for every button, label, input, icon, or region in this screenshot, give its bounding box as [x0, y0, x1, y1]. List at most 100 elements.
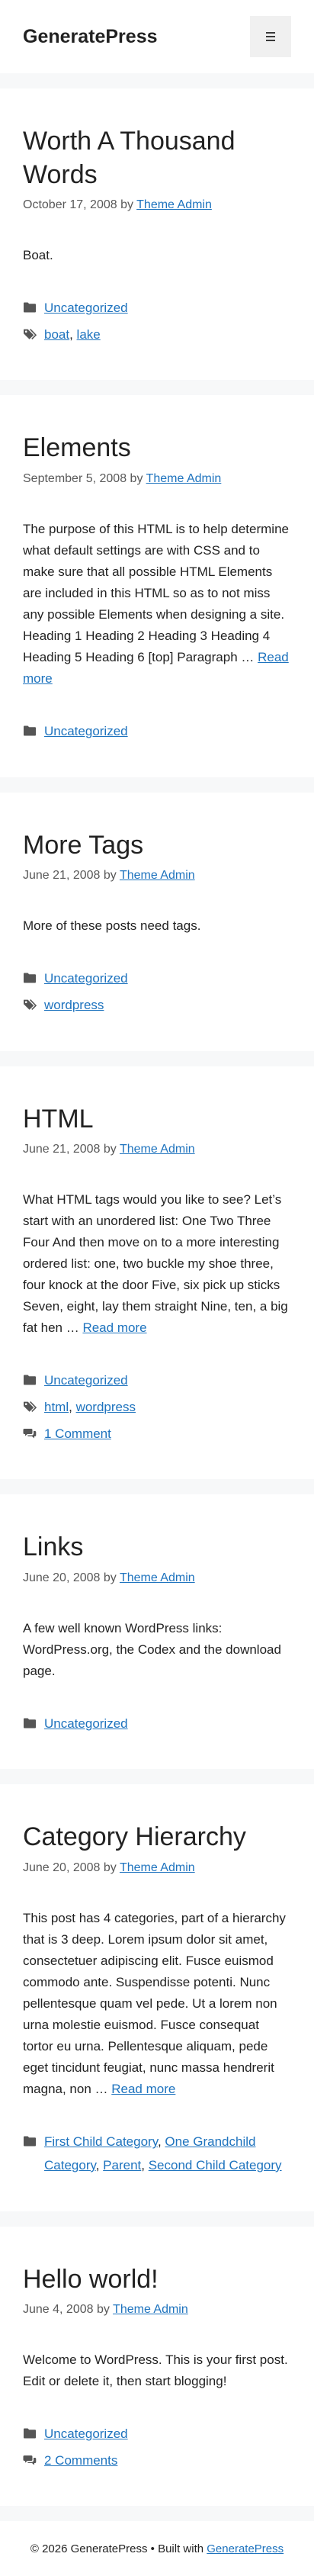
post-excerpt: Welcome to WordPress. This is your first…	[23, 2349, 291, 2392]
post-author-link[interactable]: Theme Admin	[113, 2303, 188, 2316]
post-excerpt: More of these posts need tags.	[23, 915, 291, 937]
hamburger-icon	[266, 32, 275, 41]
post-date: October 17, 2008	[23, 198, 117, 212]
post-byline: by	[96, 2303, 110, 2317]
post-excerpt-text: What HTML tags would you like to see? Le…	[23, 1192, 288, 1336]
category-link[interactable]: Uncategorized	[44, 724, 128, 738]
tag-link[interactable]: html	[44, 1400, 69, 1414]
read-more-link[interactable]: Read more	[111, 2082, 175, 2096]
post-comments: 2 Comments	[23, 2449, 291, 2473]
post-tags: wordpress	[23, 994, 291, 1018]
comments-link[interactable]: 2 Comments	[44, 2453, 117, 2468]
post-date: June 20, 2008	[23, 1860, 101, 1874]
post-title: Elements	[23, 433, 131, 463]
post-excerpt-text: A few well known WordPress links: WordPr…	[23, 1620, 281, 1678]
post-card: Worth A Thousand Words October 17, 2008 …	[0, 88, 314, 381]
folder-icon	[23, 720, 44, 737]
post-byline: by	[103, 1571, 117, 1584]
post-excerpt-text: The purpose of this HTML is to help dete…	[23, 521, 289, 665]
tag-link[interactable]: wordpress	[76, 1400, 136, 1414]
post-comments: 1 Comment	[23, 1423, 291, 1446]
comments-icon	[23, 1423, 44, 1439]
category-link[interactable]: Uncategorized	[44, 1716, 128, 1731]
post-excerpt-text: Boat.	[23, 248, 53, 263]
list-separator: ,	[157, 2134, 165, 2150]
category-link[interactable]: Parent	[103, 2158, 141, 2172]
post-author-link[interactable]: Theme Admin	[120, 1571, 195, 1584]
folder-icon	[23, 2423, 44, 2439]
tag-link[interactable]: wordpress	[44, 998, 104, 1012]
post-footer-meta: First Child Category, One Grandchild Cat…	[23, 2131, 291, 2177]
post-title: Links	[23, 1532, 84, 1562]
post-card: HTML June 21, 2008 by Theme Admin What H…	[0, 1066, 314, 1480]
post-card: Hello world! June 4, 2008 by Theme Admin…	[0, 2226, 314, 2507]
tag-icon	[23, 1396, 44, 1413]
post-title: Worth A Thousand Words	[23, 127, 236, 189]
post-title: Hello world!	[23, 2264, 159, 2294]
category-link[interactable]: Uncategorized	[44, 971, 128, 986]
folder-icon	[23, 1713, 44, 1729]
comments-link[interactable]: 1 Comment	[44, 1426, 111, 1441]
post-card: More Tags June 21, 2008 by Theme Admin M…	[0, 792, 314, 1051]
post-categories: Uncategorized	[23, 1369, 291, 1393]
category-link[interactable]: Uncategorized	[44, 301, 128, 315]
tag-link[interactable]: lake	[77, 327, 101, 342]
post-card: Links June 20, 2008 by Theme Admin A few…	[0, 1494, 314, 1770]
post-excerpt: Boat.	[23, 245, 291, 266]
comments-icon	[23, 2449, 44, 2466]
category-link[interactable]: First Child Category	[44, 2134, 158, 2149]
list-separator: ,	[141, 2157, 149, 2172]
post-date: June 21, 2008	[23, 1143, 101, 1156]
post-author-link[interactable]: Theme Admin	[136, 198, 212, 211]
tag-link[interactable]: boat	[44, 327, 69, 342]
post-author-link[interactable]: Theme Admin	[120, 869, 195, 882]
post-footer-meta: Uncategorized	[23, 1713, 291, 1736]
post-meta: June 20, 2008 by Theme Admin	[23, 1859, 291, 1877]
post-byline: by	[130, 471, 143, 485]
post-title: HTML	[23, 1104, 94, 1134]
post-date: June 4, 2008	[23, 2303, 94, 2317]
post-meta: June 4, 2008 by Theme Admin	[23, 2301, 291, 2319]
list-separator: ,	[69, 1399, 76, 1414]
list-separator: ,	[69, 326, 77, 342]
footer-copyright: © 2026 GeneratePress • Built with	[30, 2542, 204, 2555]
folder-icon	[23, 1369, 44, 1386]
post-list: Worth A Thousand Words October 17, 2008 …	[0, 88, 314, 2507]
post-author-link[interactable]: Theme Admin	[120, 1143, 195, 1156]
post-excerpt: This post has 4 categories, part of a hi…	[23, 1908, 291, 2100]
post-meta: June 21, 2008 by Theme Admin	[23, 867, 291, 885]
category-link[interactable]: Uncategorized	[44, 2426, 128, 2441]
post-footer-meta: Uncategorized	[23, 720, 291, 744]
post-categories: Uncategorized	[23, 1713, 291, 1736]
post-meta: October 17, 2008 by Theme Admin	[23, 196, 291, 214]
post-categories: First Child Category, One Grandchild Cat…	[23, 2131, 291, 2177]
post-meta: June 20, 2008 by Theme Admin	[23, 1569, 291, 1587]
post-date: June 21, 2008	[23, 869, 101, 883]
category-link[interactable]: Uncategorized	[44, 1373, 128, 1388]
menu-toggle-button[interactable]	[250, 16, 291, 57]
folder-icon	[23, 2131, 44, 2147]
post-byline: by	[103, 1143, 117, 1156]
post-footer-meta: Uncategorized 2 Comments	[23, 2423, 291, 2472]
category-link[interactable]: Second Child Category	[149, 2158, 282, 2172]
post-categories: Uncategorized	[23, 967, 291, 991]
post-footer-meta: Uncategorized boat, lake	[23, 297, 291, 346]
post-title: Category Hierarchy	[23, 1822, 246, 1852]
post-categories: Uncategorized	[23, 720, 291, 744]
site-title-link[interactable]: GeneratePress	[23, 26, 158, 48]
site-footer: © 2026 GeneratePress • Built with Genera…	[0, 2521, 314, 2576]
folder-icon	[23, 297, 44, 314]
post-excerpt: The purpose of this HTML is to help dete…	[23, 519, 291, 690]
post-author-link[interactable]: Theme Admin	[120, 1861, 195, 1874]
post-author-link[interactable]: Theme Admin	[146, 472, 222, 485]
post-excerpt: What HTML tags would you like to see? Le…	[23, 1189, 291, 1339]
post-date: June 20, 2008	[23, 1571, 101, 1584]
post-card: Category Hierarchy June 20, 2008 by Them…	[0, 1784, 314, 2211]
folder-icon	[23, 967, 44, 984]
tag-icon	[23, 994, 44, 1011]
post-date: September 5, 2008	[23, 471, 127, 485]
read-more-link[interactable]: Read more	[82, 1320, 146, 1335]
footer-generatepress-link[interactable]: GeneratePress	[207, 2542, 284, 2555]
post-tags: html, wordpress	[23, 1396, 291, 1420]
post-meta: September 5, 2008 by Theme Admin	[23, 470, 291, 488]
